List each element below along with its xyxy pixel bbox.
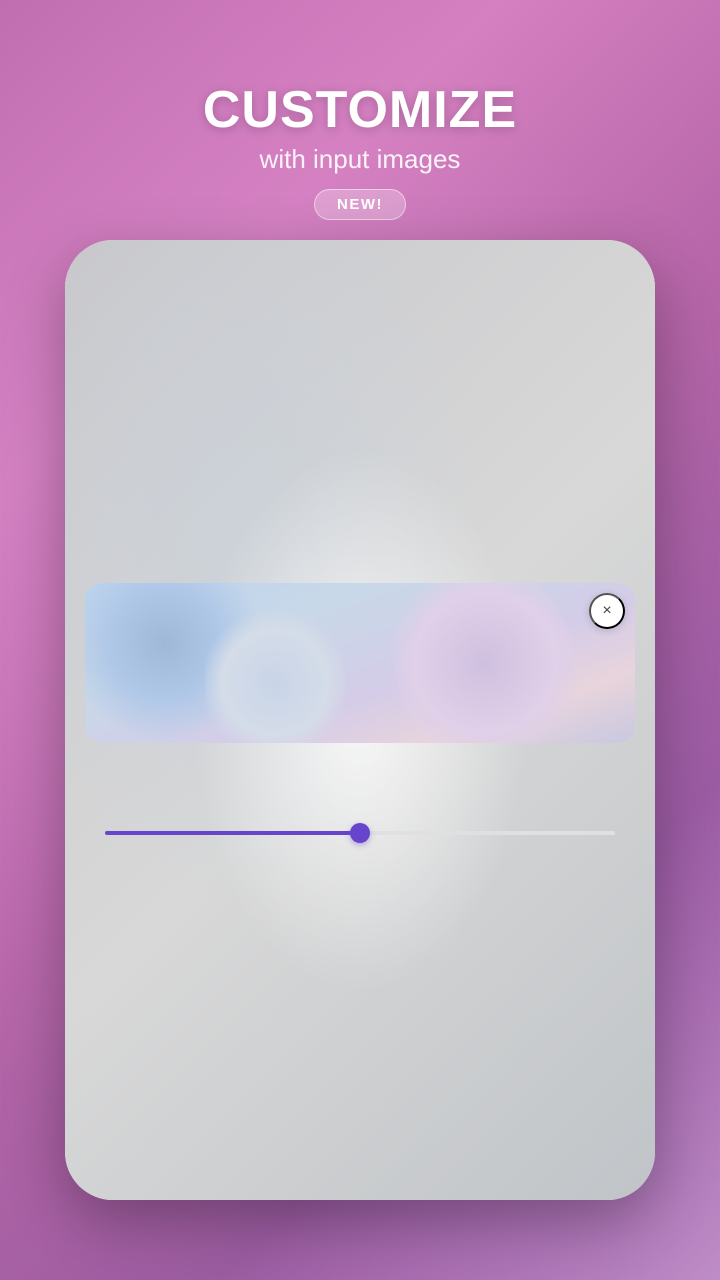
new-badge: NEW! <box>314 189 406 220</box>
slider-thumb[interactable] <box>350 823 370 843</box>
slider-fill <box>105 831 360 835</box>
style-image-charcoal <box>269 348 441 468</box>
promo-subtitle: with input images <box>260 144 461 175</box>
remove-image-button[interactable]: × <box>589 593 625 629</box>
image-preview-bg <box>85 583 635 743</box>
influence-slider-container <box>105 831 615 835</box>
style-cards-scroll[interactable]: Psychic Charcoal Synthwave <box>65 348 655 502</box>
phone-frame: 9:41 ‹ Create artwork <box>65 240 655 1200</box>
promo-title: CUSTOMIZE <box>203 80 517 140</box>
slider-track <box>105 831 615 835</box>
style-card-charcoal[interactable]: Charcoal <box>269 348 441 490</box>
close-icon: × <box>602 602 611 620</box>
preview-shapes <box>85 583 635 743</box>
image-preview-container: × <box>85 583 635 743</box>
